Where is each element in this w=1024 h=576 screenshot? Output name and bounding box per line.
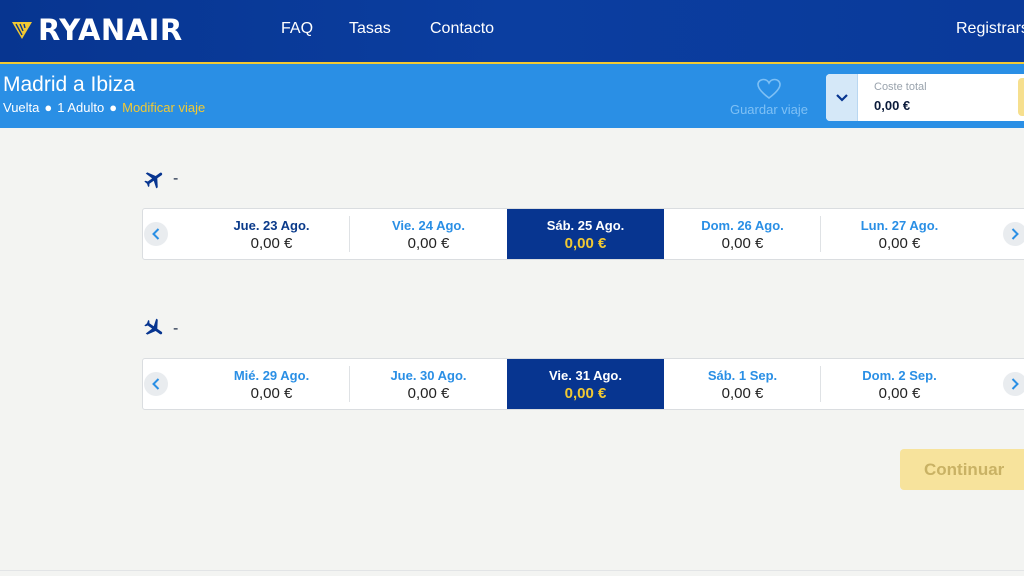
date-price: 0,00 € — [250, 235, 293, 252]
return-prev-button[interactable] — [144, 372, 168, 396]
date-label: Jue. 30 Ago. — [390, 368, 467, 383]
date-price: 0,00 € — [721, 385, 764, 402]
logo-text: RYANAIR — [38, 13, 183, 47]
outbound-flight-header: - — [143, 167, 178, 190]
outbound-date-option-selected[interactable]: Sáb. 25 Ago. 0,00 € — [507, 209, 664, 259]
date-price: 0,00 € — [564, 235, 607, 252]
chevron-left-icon — [152, 228, 160, 240]
save-trip-button[interactable]: Guardar viaje — [722, 78, 816, 117]
return-date-option[interactable]: Mié. 29 Ago. 0,00 € — [193, 359, 350, 409]
date-price: 0,00 € — [878, 385, 921, 402]
total-cost-box: Coste total 0,00 € — [826, 74, 1024, 121]
modify-trip-link[interactable]: Modificar viaje — [122, 100, 205, 115]
date-price: 0,00 € — [564, 385, 607, 402]
return-date-option[interactable]: Sáb. 1 Sep. 0,00 € — [664, 359, 821, 409]
top-navigation-bar: RYANAIR FAQ Tasas Contacto Registrarse — [0, 0, 1024, 64]
chevron-right-icon — [1011, 228, 1019, 240]
ryanair-harp-icon — [12, 22, 32, 39]
trip-details: Vuelta ● 1 Adulto ● Modificar viaje — [3, 100, 205, 115]
nav-faq-link[interactable]: FAQ — [281, 20, 313, 38]
chevron-down-icon — [835, 93, 848, 102]
nav-contacto-link[interactable]: Contacto — [430, 20, 494, 38]
date-label: Jue. 23 Ago. — [233, 218, 310, 233]
save-trip-label: Guardar viaje — [729, 102, 809, 117]
return-date-option[interactable]: Jue. 30 Ago. 0,00 € — [350, 359, 507, 409]
date-label: Vie. 31 Ago. — [549, 368, 622, 383]
date-price: 0,00 € — [721, 235, 764, 252]
date-label: Dom. 2 Sep. — [862, 368, 937, 383]
continue-button[interactable]: Continuar — [900, 449, 1024, 490]
outbound-date-option[interactable]: Dom. 26 Ago. 0,00 € — [664, 209, 821, 259]
outbound-route: - — [173, 169, 179, 187]
ryanair-logo[interactable]: RYANAIR — [10, 13, 183, 47]
outbound-date-selector: Jue. 23 Ago. 0,00 € Vie. 24 Ago. 0,00 € … — [142, 208, 1024, 260]
trip-type: Vuelta — [3, 100, 40, 115]
return-next-button[interactable] — [1003, 372, 1024, 396]
date-label: Dom. 26 Ago. — [701, 218, 784, 233]
route-title: Madrid a Ibiza — [3, 73, 135, 96]
outbound-date-option[interactable]: Vie. 24 Ago. 0,00 € — [350, 209, 507, 259]
date-label: Lun. 27 Ago. — [860, 218, 939, 233]
date-label: Sáb. 1 Sep. — [707, 368, 778, 383]
date-label: Mié. 29 Ago. — [233, 368, 310, 383]
outbound-date-option[interactable]: Jue. 23 Ago. 0,00 € — [193, 209, 350, 259]
date-label: Sáb. 25 Ago. — [546, 218, 625, 233]
nav-tasas-link[interactable]: Tasas — [349, 20, 391, 38]
date-price: 0,00 € — [878, 235, 921, 252]
chevron-right-icon — [1011, 378, 1019, 390]
cost-label: Coste total — [874, 81, 927, 93]
date-price: 0,00 € — [407, 385, 450, 402]
plane-arrival-icon — [144, 318, 163, 335]
plane-departure-icon — [144, 172, 163, 189]
cost-toggle-button[interactable] — [826, 74, 858, 121]
cost-action-button[interactable] — [1018, 78, 1024, 116]
date-price: 0,00 € — [407, 235, 450, 252]
return-date-option-selected[interactable]: Vie. 31 Ago. 0,00 € — [507, 359, 664, 409]
return-date-option[interactable]: Dom. 2 Sep. 0,00 € — [821, 359, 978, 409]
return-date-selector: Mié. 29 Ago. 0,00 € Jue. 30 Ago. 0,00 € … — [142, 358, 1024, 410]
chevron-left-icon — [152, 378, 160, 390]
return-flight-header: - — [143, 317, 178, 340]
cost-value: 0,00 € — [874, 98, 911, 113]
register-link[interactable]: Registrarse — [956, 20, 1024, 38]
date-price: 0,00 € — [250, 385, 293, 402]
trip-summary-bar: Madrid a Ibiza Vuelta ● 1 Adulto ● Modificar… — [0, 64, 1024, 128]
return-route: - — [173, 319, 179, 337]
heart-icon — [757, 78, 781, 100]
separator-dot: ● — [109, 100, 118, 115]
separator-dot: ● — [44, 100, 53, 115]
date-label: Vie. 24 Ago. — [392, 218, 465, 233]
outbound-date-option[interactable]: Lun. 27 Ago. 0,00 € — [821, 209, 978, 259]
footer-divider — [0, 570, 1024, 571]
passenger-count: 1 Adulto — [57, 100, 105, 115]
outbound-next-button[interactable] — [1003, 222, 1024, 246]
outbound-prev-button[interactable] — [144, 222, 168, 246]
